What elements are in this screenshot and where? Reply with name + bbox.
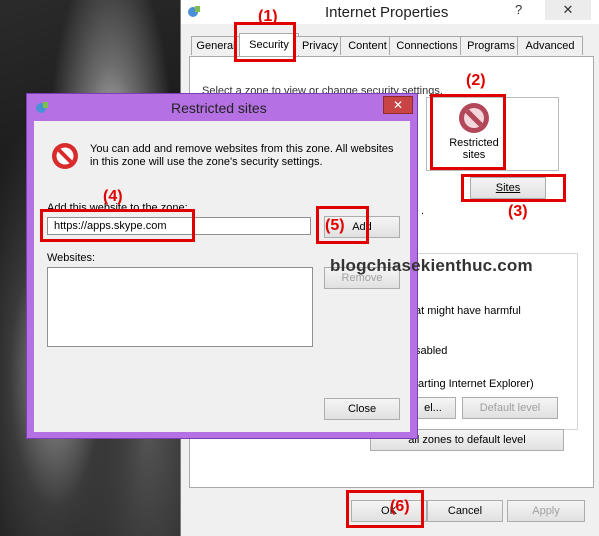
annotation-step-6: (6): [390, 498, 410, 515]
annotation-step-5: (5): [325, 217, 345, 234]
help-button[interactable]: ?: [515, 2, 522, 17]
tab-content[interactable]: Content: [340, 36, 395, 55]
annotation-step-1: (1): [258, 8, 278, 25]
annotation-box-sites-button: [461, 174, 566, 202]
dialog-title: Restricted sites: [171, 100, 267, 116]
annotation-step-3: (3): [508, 203, 528, 220]
tab-programs[interactable]: Programs: [460, 36, 522, 55]
watermark: blogchiasekienthuc.com: [330, 256, 533, 275]
apply-button[interactable]: Apply: [507, 500, 585, 522]
restricted-icon: [52, 143, 78, 169]
partial-text: tarting Internet Explorer): [415, 378, 534, 390]
dialog-title-bar: Restricted sites ✕: [27, 94, 417, 121]
dialog-body: You can add and remove websites from thi…: [34, 121, 410, 432]
tab-advanced[interactable]: Advanced: [517, 36, 583, 55]
internet-options-icon: [188, 6, 200, 17]
partial-text: .: [421, 205, 425, 217]
tab-privacy[interactable]: Privacy: [293, 36, 347, 55]
dialog-close-button[interactable]: ✕: [383, 96, 413, 114]
annotation-box-ok-button: [346, 490, 424, 528]
annotation-box-restricted-zone: [430, 94, 506, 170]
annotation-box-security-tab: [234, 22, 296, 62]
websites-list[interactable]: [47, 267, 313, 347]
tab-connections[interactable]: Connections: [389, 36, 465, 55]
partial-text: at might have harmful: [415, 305, 521, 317]
websites-label: Websites:: [47, 252, 96, 264]
title-bar: Internet Properties ? ✕: [181, 0, 599, 24]
close-button[interactable]: ✕: [545, 0, 591, 20]
close-dialog-button[interactable]: Close: [324, 398, 400, 420]
annotation-box-url-input: [40, 209, 195, 242]
zone-info-text: You can add and remove websites from thi…: [90, 143, 394, 168]
window-title: Internet Properties: [325, 4, 449, 21]
cancel-button[interactable]: Cancel: [427, 500, 503, 522]
default-level-button[interactable]: Default level: [462, 397, 558, 419]
internet-options-icon: [36, 102, 48, 113]
annotation-step-4: (4): [103, 188, 123, 205]
partial-text: sabled: [415, 345, 448, 357]
annotation-step-2: (2): [466, 72, 486, 89]
